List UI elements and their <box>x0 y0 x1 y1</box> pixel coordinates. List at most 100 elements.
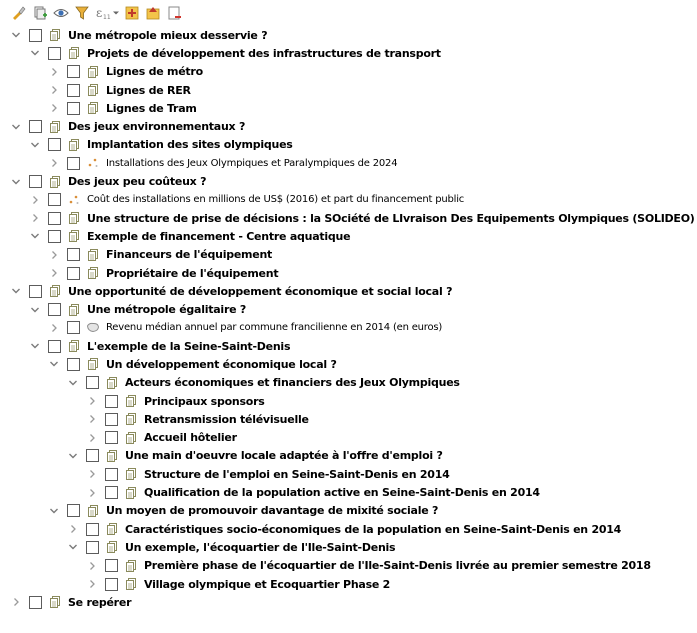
chevron-right-icon[interactable] <box>48 322 60 334</box>
chevron-right-icon[interactable] <box>48 249 60 261</box>
chevron-down-icon[interactable] <box>10 29 22 41</box>
layer-tree-row[interactable]: Propriétaire de l'équipement <box>0 264 697 282</box>
chevron-right-icon[interactable] <box>48 66 60 78</box>
layer-tree-row[interactable]: Un exemple, l'écoquartier de l'Ile-Saint… <box>0 538 697 556</box>
layer-tree-row[interactable]: Retransmission télévisuelle <box>0 410 697 428</box>
layer-tree-row[interactable]: Une opportunité de développement économi… <box>0 282 697 300</box>
chevron-right-icon[interactable] <box>67 523 79 535</box>
chevron-right-icon[interactable] <box>86 413 98 425</box>
layer-tree-row[interactable]: Lignes de Tram <box>0 99 697 117</box>
chevron-right-icon[interactable] <box>48 84 60 96</box>
chevron-right-icon[interactable] <box>86 432 98 444</box>
visibility-checkbox[interactable] <box>67 65 80 79</box>
visibility-checkbox[interactable] <box>105 394 118 408</box>
visibility-checkbox[interactable] <box>67 101 80 115</box>
visibility-checkbox[interactable] <box>67 321 80 335</box>
layer-tree-row[interactable]: Exemple de financement - Centre aquatiqu… <box>0 227 697 245</box>
expand-all-button[interactable] <box>123 4 141 22</box>
visibility-checkbox[interactable] <box>29 595 42 609</box>
layer-tree-row[interactable]: Un développement économique local ? <box>0 355 697 373</box>
chevron-right-icon[interactable] <box>29 194 41 206</box>
visibility-checkbox[interactable] <box>105 559 118 573</box>
collapse-all-button[interactable] <box>144 4 162 22</box>
chevron-down-icon[interactable] <box>10 285 22 297</box>
visibility-checkbox[interactable] <box>105 412 118 426</box>
chevron-right-icon[interactable] <box>86 395 98 407</box>
chevron-down-icon[interactable] <box>48 358 60 370</box>
visibility-checkbox[interactable] <box>48 211 61 225</box>
chevron-right-icon[interactable] <box>10 596 22 608</box>
visibility-checkbox[interactable] <box>29 175 42 189</box>
layer-tree-row[interactable]: Acteurs économiques et financiers des Je… <box>0 374 697 392</box>
visibility-checkbox[interactable] <box>48 303 61 317</box>
layer-tree-row[interactable]: L'exemple de la Seine-Saint-Denis <box>0 337 697 355</box>
visibility-checkbox[interactable] <box>29 120 42 134</box>
visibility-checkbox[interactable] <box>86 449 99 463</box>
chevron-down-icon[interactable] <box>48 505 60 517</box>
manage-visibility-button[interactable] <box>52 4 70 22</box>
layer-tree-row[interactable]: Coût des installations en millions de US… <box>0 191 697 209</box>
layer-tree-row[interactable]: Se repérer <box>0 593 697 611</box>
visibility-checkbox[interactable] <box>67 357 80 371</box>
chevron-down-icon[interactable] <box>29 304 41 316</box>
layer-tree-row[interactable]: Une métropole égalitaire ? <box>0 300 697 318</box>
layer-tree-row[interactable]: Première phase de l'écoquartier de l'Ile… <box>0 557 697 575</box>
visibility-checkbox[interactable] <box>48 138 61 152</box>
chevron-right-icon[interactable] <box>48 102 60 114</box>
visibility-checkbox[interactable] <box>86 540 99 554</box>
visibility-checkbox[interactable] <box>48 46 61 60</box>
style-manager-button[interactable] <box>10 4 28 22</box>
layer-tree-row[interactable]: Installations des Jeux Olympiques et Par… <box>0 154 697 172</box>
layer-tree-row[interactable]: Financeurs de l'équipement <box>0 246 697 264</box>
chevron-down-icon[interactable] <box>10 176 22 188</box>
layer-tree-row[interactable]: Caractéristiques socio-économiques de la… <box>0 520 697 538</box>
visibility-checkbox[interactable] <box>86 522 99 536</box>
visibility-checkbox[interactable] <box>29 28 42 42</box>
visibility-checkbox[interactable] <box>86 376 99 390</box>
remove-layer-button[interactable] <box>165 4 183 22</box>
visibility-checkbox[interactable] <box>48 229 61 243</box>
layer-tree-row[interactable]: Accueil hôtelier <box>0 429 697 447</box>
chevron-right-icon[interactable] <box>48 267 60 279</box>
visibility-checkbox[interactable] <box>48 339 61 353</box>
chevron-down-icon[interactable] <box>67 450 79 462</box>
chevron-down-icon[interactable] <box>29 47 41 59</box>
layer-tree-row[interactable]: Une main d'oeuvre locale adaptée à l'off… <box>0 447 697 465</box>
layer-tree-row[interactable]: Une métropole mieux desservie ? <box>0 26 697 44</box>
visibility-checkbox[interactable] <box>105 467 118 481</box>
layer-tree-row[interactable]: Lignes de métro <box>0 63 697 81</box>
filter-legend-button[interactable] <box>73 4 91 22</box>
chevron-down-icon[interactable] <box>29 230 41 242</box>
visibility-checkbox[interactable] <box>67 83 80 97</box>
layer-tree-row[interactable]: Des jeux environnementaux ? <box>0 117 697 135</box>
chevron-right-icon[interactable] <box>86 468 98 480</box>
chevron-down-icon[interactable] <box>29 139 41 151</box>
visibility-checkbox[interactable] <box>67 248 80 262</box>
visibility-checkbox[interactable] <box>67 504 80 518</box>
chevron-down-icon[interactable] <box>10 121 22 133</box>
layer-tree-row[interactable]: Projets de développement des infrastruct… <box>0 44 697 62</box>
layer-tree-row[interactable]: Implantation des sites olympiques <box>0 136 697 154</box>
filter-by-expression-button[interactable]: ε 11 <box>94 4 120 22</box>
layer-tree-row[interactable]: Structure de l'emploi en Seine-Saint-Den… <box>0 465 697 483</box>
chevron-down-icon[interactable] <box>67 541 79 553</box>
layer-tree-row[interactable]: Un moyen de promouvoir davantage de mixi… <box>0 502 697 520</box>
visibility-checkbox[interactable] <box>105 431 118 445</box>
visibility-checkbox[interactable] <box>29 284 42 298</box>
layer-tree-row[interactable]: Qualification de la population active en… <box>0 483 697 501</box>
visibility-checkbox[interactable] <box>105 577 118 591</box>
layer-tree-row[interactable]: Lignes de RER <box>0 81 697 99</box>
chevron-right-icon[interactable] <box>48 157 60 169</box>
layer-tree-row[interactable]: Des jeux peu coûteux ? <box>0 172 697 190</box>
visibility-checkbox[interactable] <box>67 156 80 170</box>
layer-tree-row[interactable]: Revenu médian annuel par commune francil… <box>0 319 697 337</box>
visibility-checkbox[interactable] <box>105 486 118 500</box>
visibility-checkbox[interactable] <box>48 193 61 207</box>
chevron-right-icon[interactable] <box>86 487 98 499</box>
layer-tree-row[interactable]: Une structure de prise de décisions : la… <box>0 209 697 227</box>
add-group-button[interactable] <box>31 4 49 22</box>
chevron-down-icon[interactable] <box>29 340 41 352</box>
chevron-right-icon[interactable] <box>86 578 98 590</box>
visibility-checkbox[interactable] <box>67 266 80 280</box>
layer-tree-row[interactable]: Village olympique et Ecoquartier Phase 2 <box>0 575 697 593</box>
